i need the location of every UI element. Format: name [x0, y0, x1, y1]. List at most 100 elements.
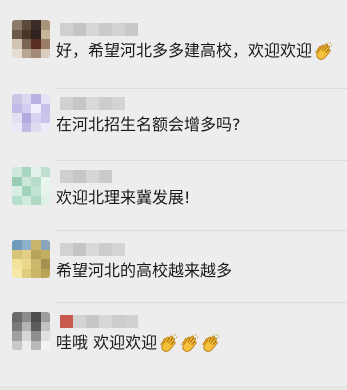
- emoji-group: [312, 39, 333, 63]
- username-pixel: [125, 23, 138, 36]
- avatar-pixel: [40, 167, 50, 177]
- username-pixel: [86, 97, 99, 110]
- username-pixel: [73, 243, 86, 256]
- username-pixel: [112, 23, 125, 36]
- username-pixel: [86, 243, 99, 256]
- avatar-pixel: [12, 122, 22, 132]
- avatar-pixel: [40, 340, 50, 350]
- avatar-pixel: [31, 268, 41, 278]
- username-pixel: [112, 243, 125, 256]
- avatar-pixel: [31, 186, 41, 196]
- avatar-pixel: [40, 331, 50, 341]
- avatar[interactable]: [12, 94, 50, 132]
- avatar-pixel: [31, 195, 41, 205]
- avatar-pixel: [12, 113, 22, 123]
- avatar-pixel: [21, 103, 31, 113]
- username-pixel: [60, 243, 73, 256]
- username-blurred: [60, 243, 125, 256]
- comment-text: 在河北招生名额会增多吗?: [56, 115, 241, 134]
- avatar-pixel: [40, 268, 50, 278]
- avatar-pixel: [40, 321, 50, 331]
- clapping-hands-icon: [158, 333, 178, 354]
- avatar-pixel: [21, 249, 31, 259]
- avatar-pixel: [31, 259, 41, 269]
- divider: [56, 88, 347, 89]
- username-pixel: [112, 97, 125, 110]
- avatar-pixel: [40, 39, 50, 49]
- clapping-hands-icon: [313, 41, 333, 62]
- avatar-pixel: [31, 340, 41, 350]
- avatar-pixel: [21, 20, 31, 30]
- avatar-pixel: [21, 240, 31, 250]
- avatar[interactable]: [12, 312, 50, 350]
- comment-text-row: 欢迎北理来冀发展!: [56, 186, 190, 210]
- username-pixel: [112, 315, 125, 328]
- avatar-pixel: [40, 48, 50, 58]
- avatar-pixel: [40, 103, 50, 113]
- emoji-group: [157, 331, 220, 355]
- comment-item: 欢迎北理来冀发展!: [0, 167, 347, 243]
- avatar-pixel: [31, 48, 41, 58]
- avatar-pixel: [12, 195, 22, 205]
- username-pixel: [73, 170, 86, 183]
- username-blurred: [60, 97, 125, 110]
- username-blurred: [60, 315, 138, 328]
- avatar-pixel: [40, 113, 50, 123]
- clapping-hands-icon: [179, 333, 199, 354]
- avatar-pixel: [31, 29, 41, 39]
- avatar-pixel: [21, 167, 31, 177]
- avatar-pixel: [12, 167, 22, 177]
- divider: [56, 302, 347, 303]
- avatar-pixel: [21, 29, 31, 39]
- clapping-hands-icon: [200, 333, 220, 354]
- username-blurred: [60, 170, 112, 183]
- avatar-pixel: [12, 94, 22, 104]
- comment-item: 好，希望河北多多建高校，欢迎欢迎: [0, 20, 347, 96]
- avatar-pixel: [31, 240, 41, 250]
- avatar-pixel: [21, 195, 31, 205]
- avatar-pixel: [21, 186, 31, 196]
- avatar-pixel: [21, 113, 31, 123]
- username-pixel: [73, 315, 86, 328]
- username-pixel: [86, 315, 99, 328]
- avatar-pixel: [40, 249, 50, 259]
- avatar-pixel: [40, 20, 50, 30]
- avatar-pixel: [40, 122, 50, 132]
- avatar-pixel: [12, 331, 22, 341]
- avatar[interactable]: [12, 240, 50, 278]
- comment-text: 欢迎北理来冀发展!: [56, 188, 191, 207]
- username-pixel: [73, 23, 86, 36]
- username-pixel: [60, 23, 73, 36]
- avatar-pixel: [12, 321, 22, 331]
- comment-text: 哇哦 欢迎欢迎: [56, 333, 158, 352]
- avatar-pixel: [21, 39, 31, 49]
- username-pixel: [86, 170, 99, 183]
- avatar-pixel: [31, 331, 41, 341]
- comment-item: 希望河北的高校越来越多: [0, 240, 347, 316]
- avatar-pixel: [21, 340, 31, 350]
- avatar-pixel: [12, 176, 22, 186]
- avatar-pixel: [31, 312, 41, 322]
- avatar-pixel: [31, 176, 41, 186]
- comment-text-row: 好，希望河北多多建高校，欢迎欢迎: [56, 39, 333, 63]
- avatar-pixel: [31, 167, 41, 177]
- avatar[interactable]: [12, 167, 50, 205]
- username-pixel: [125, 315, 138, 328]
- avatar-pixel: [12, 259, 22, 269]
- avatar-pixel: [12, 186, 22, 196]
- username-pixel: [86, 23, 99, 36]
- avatar-pixel: [12, 240, 22, 250]
- avatar-pixel: [31, 20, 41, 30]
- username-pixel: [99, 23, 112, 36]
- avatar-pixel: [40, 259, 50, 269]
- avatar-pixel: [40, 195, 50, 205]
- avatar-pixel: [12, 39, 22, 49]
- username-pixel: [73, 97, 86, 110]
- avatar-pixel: [21, 48, 31, 58]
- avatar[interactable]: [12, 20, 50, 58]
- comment-text: 好，希望河北多多建高校，欢迎欢迎: [56, 41, 313, 60]
- divider: [56, 160, 347, 161]
- avatar-pixel: [21, 321, 31, 331]
- username-pixel: [60, 315, 73, 328]
- avatar-pixel: [40, 312, 50, 322]
